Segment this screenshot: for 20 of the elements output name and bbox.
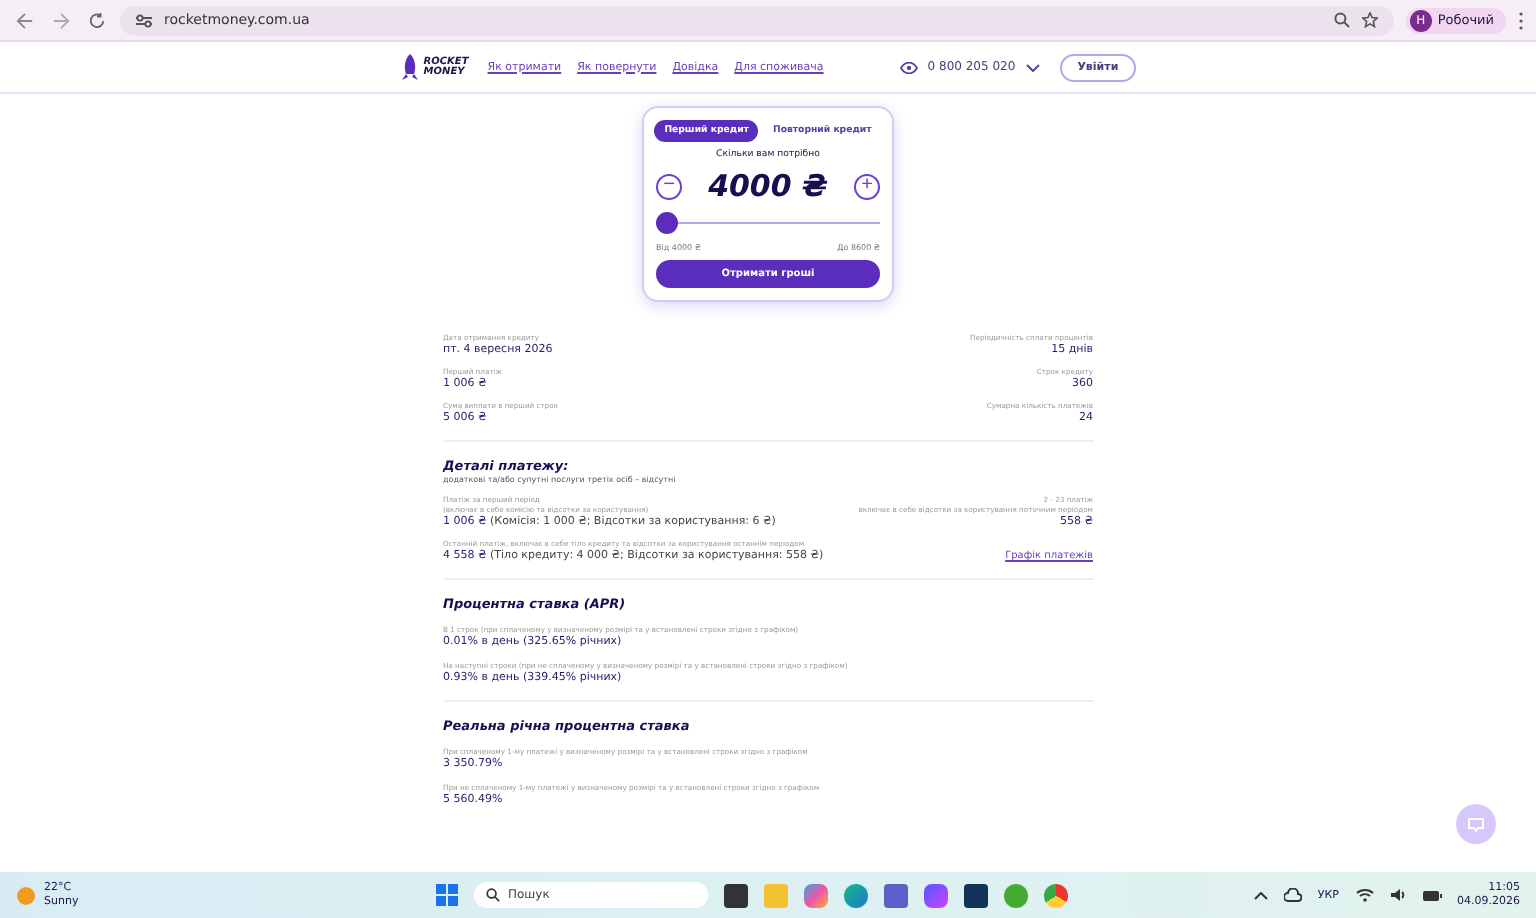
rocket-icon [399, 53, 420, 81]
search-icon[interactable] [486, 888, 500, 902]
increase-button[interactable]: + [854, 173, 880, 199]
chevron-down-icon[interactable] [1025, 63, 1040, 71]
eye-icon[interactable] [899, 61, 918, 73]
reload-icon[interactable] [84, 8, 108, 32]
site-settings-icon[interactable] [136, 13, 152, 27]
decrease-button[interactable]: − [656, 173, 682, 199]
zoom-icon[interactable] [1333, 12, 1350, 28]
menu-icon[interactable] [1518, 11, 1524, 29]
battery-icon[interactable] [1421, 889, 1441, 901]
loan-amount: 4000 ₴ [708, 168, 828, 204]
cloud-icon[interactable] [1283, 888, 1302, 902]
back-icon[interactable] [12, 8, 36, 32]
speaker-icon[interactable] [1389, 888, 1405, 902]
slider-thumb[interactable] [656, 212, 678, 234]
star-icon[interactable] [1361, 12, 1378, 28]
windows-start-icon[interactable] [436, 884, 458, 906]
wifi-icon[interactable] [1355, 888, 1373, 902]
chevron-up-icon[interactable] [1253, 891, 1268, 899]
